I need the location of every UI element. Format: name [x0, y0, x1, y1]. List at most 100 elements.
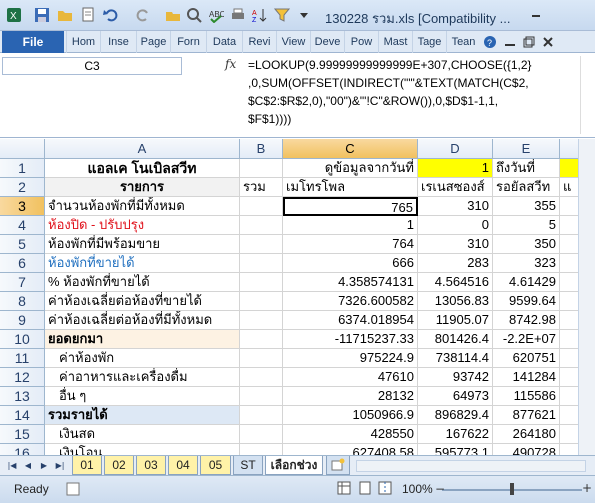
cell-b5[interactable]	[240, 235, 283, 254]
sheet-tab-0[interactable]: 01	[72, 456, 102, 475]
cell-d14[interactable]: 896829.4	[418, 406, 493, 425]
cell-c2[interactable]: เมโทรโพล	[283, 178, 418, 197]
cell-b13[interactable]	[240, 387, 283, 406]
cell-a3[interactable]: จำนวนห้องพักที่มีทั้งหมด	[45, 197, 240, 216]
open-folder-icon[interactable]	[57, 7, 73, 23]
row-header[interactable]: 2	[0, 178, 45, 197]
cell-d3[interactable]: 310	[418, 197, 493, 216]
cell-d13[interactable]: 64973	[418, 387, 493, 406]
cell-a8[interactable]: ค่าห้องเฉลี่ยต่อห้องที่ขายได้	[45, 292, 240, 311]
cell-f15[interactable]	[560, 425, 578, 444]
filter-icon[interactable]	[274, 7, 290, 23]
row-header[interactable]: 16	[0, 444, 45, 455]
cell-e7[interactable]: 4.61429	[493, 273, 560, 292]
cell-f13[interactable]	[560, 387, 578, 406]
save-icon[interactable]	[34, 7, 50, 23]
restore-window-icon[interactable]	[522, 35, 536, 49]
first-sheet-icon[interactable]: |◀	[6, 460, 18, 472]
cell-d9[interactable]: 11905.07	[418, 311, 493, 330]
cell-f4[interactable]	[560, 216, 578, 235]
sheet-tab-2[interactable]: 03	[136, 456, 166, 475]
cell-e15[interactable]: 264180	[493, 425, 560, 444]
cell-d8[interactable]: 13056.83	[418, 292, 493, 311]
cell-e6[interactable]: 323	[493, 254, 560, 273]
cell-a2[interactable]: รายการ	[45, 178, 240, 197]
cell-c9[interactable]: 6374.018954	[283, 311, 418, 330]
tab-review[interactable]: Revi	[242, 31, 276, 53]
cell-c4[interactable]: 1	[283, 216, 418, 235]
cell-c14[interactable]: 1050966.9	[283, 406, 418, 425]
column-header-b[interactable]: B	[240, 139, 283, 159]
minimize-window-icon[interactable]	[503, 35, 517, 49]
help-icon[interactable]: ?	[483, 35, 497, 49]
cell-c6[interactable]: 666	[283, 254, 418, 273]
cell-b8[interactable]	[240, 292, 283, 311]
row-header[interactable]: 14	[0, 406, 45, 425]
insert-sheet-icon[interactable]	[326, 456, 350, 475]
cell-c5[interactable]: 764	[283, 235, 418, 254]
minimize-icon[interactable]	[529, 6, 543, 20]
tab-master[interactable]: Mast	[378, 31, 412, 53]
cell-e12[interactable]: 141284	[493, 368, 560, 387]
cell-d12[interactable]: 93742	[418, 368, 493, 387]
print-icon[interactable]	[230, 7, 246, 23]
cell-c3[interactable]: 765	[283, 197, 418, 216]
tab-page-layout[interactable]: Page	[136, 31, 170, 53]
select-all-corner[interactable]	[0, 139, 45, 159]
cell-b1[interactable]	[240, 159, 283, 178]
sheet-tab-6[interactable]: เลือกช่วง	[265, 456, 323, 475]
file-tab[interactable]: File	[2, 31, 64, 53]
cell-f9[interactable]	[560, 311, 578, 330]
cell-b4[interactable]	[240, 216, 283, 235]
cell-b15[interactable]	[240, 425, 283, 444]
column-header-c[interactable]: C	[283, 139, 418, 159]
cell-d2[interactable]: เรเนสซองส์	[418, 178, 493, 197]
tab-tage[interactable]: Tage	[412, 31, 446, 53]
cell-d15[interactable]: 167622	[418, 425, 493, 444]
row-header[interactable]: 10	[0, 330, 45, 349]
prev-sheet-icon[interactable]: ◀	[22, 460, 34, 472]
tab-insert[interactable]: Inse	[100, 31, 136, 53]
row-header[interactable]: 7	[0, 273, 45, 292]
cell-f3[interactable]	[560, 197, 578, 216]
cell-e13[interactable]: 115586	[493, 387, 560, 406]
cell-f7[interactable]	[560, 273, 578, 292]
row-header[interactable]: 1	[0, 159, 45, 178]
cell-a16[interactable]: เงินโอน	[45, 444, 240, 455]
row-header[interactable]: 12	[0, 368, 45, 387]
tab-team[interactable]: Tean	[446, 31, 480, 53]
vertical-scrollbar[interactable]	[578, 139, 595, 455]
zoom-out-icon[interactable]: −	[435, 482, 445, 496]
cell-f5[interactable]	[560, 235, 578, 254]
cell-c12[interactable]: 47610	[283, 368, 418, 387]
zoom-level[interactable]: 100%	[402, 482, 433, 496]
cell-e14[interactable]: 877621	[493, 406, 560, 425]
cell-f14[interactable]	[560, 406, 578, 425]
cell-e2[interactable]: รอยัลสวีท	[493, 178, 560, 197]
macro-record-icon[interactable]	[66, 482, 80, 496]
formula-input[interactable]: =LOOKUP(9.99999999999999E+307,CHOOSE({1,…	[248, 56, 578, 128]
insert-function-icon[interactable]: fx	[225, 57, 236, 71]
customize-qat-icon[interactable]	[296, 7, 312, 23]
cell-f10[interactable]	[560, 330, 578, 349]
redo-icon[interactable]	[135, 7, 151, 23]
cell-e4[interactable]: 5	[493, 216, 560, 235]
cell-d7[interactable]: 4.564516	[418, 273, 493, 292]
row-header[interactable]: 15	[0, 425, 45, 444]
sort-icon[interactable]: AZ	[252, 7, 268, 23]
cell-d6[interactable]: 283	[418, 254, 493, 273]
cell-b14[interactable]	[240, 406, 283, 425]
cell-d4[interactable]: 0	[418, 216, 493, 235]
cell-c16[interactable]: 627408.58	[283, 444, 418, 455]
cell-f1[interactable]	[560, 159, 578, 178]
cell-a11[interactable]: ค่าห้องพัก	[45, 349, 240, 368]
cell-f8[interactable]	[560, 292, 578, 311]
row-header[interactable]: 5	[0, 235, 45, 254]
row-header[interactable]: 13	[0, 387, 45, 406]
column-header-f[interactable]	[560, 139, 578, 159]
cell-a10[interactable]: ยอดยกมา	[45, 330, 240, 349]
cell-d1[interactable]: 1	[418, 159, 493, 178]
cell-a5[interactable]: ห้องพักที่มีพร้อมขาย	[45, 235, 240, 254]
cell-a12[interactable]: ค่าอาหารและเครื่องดื่ม	[45, 368, 240, 387]
cell-d5[interactable]: 310	[418, 235, 493, 254]
